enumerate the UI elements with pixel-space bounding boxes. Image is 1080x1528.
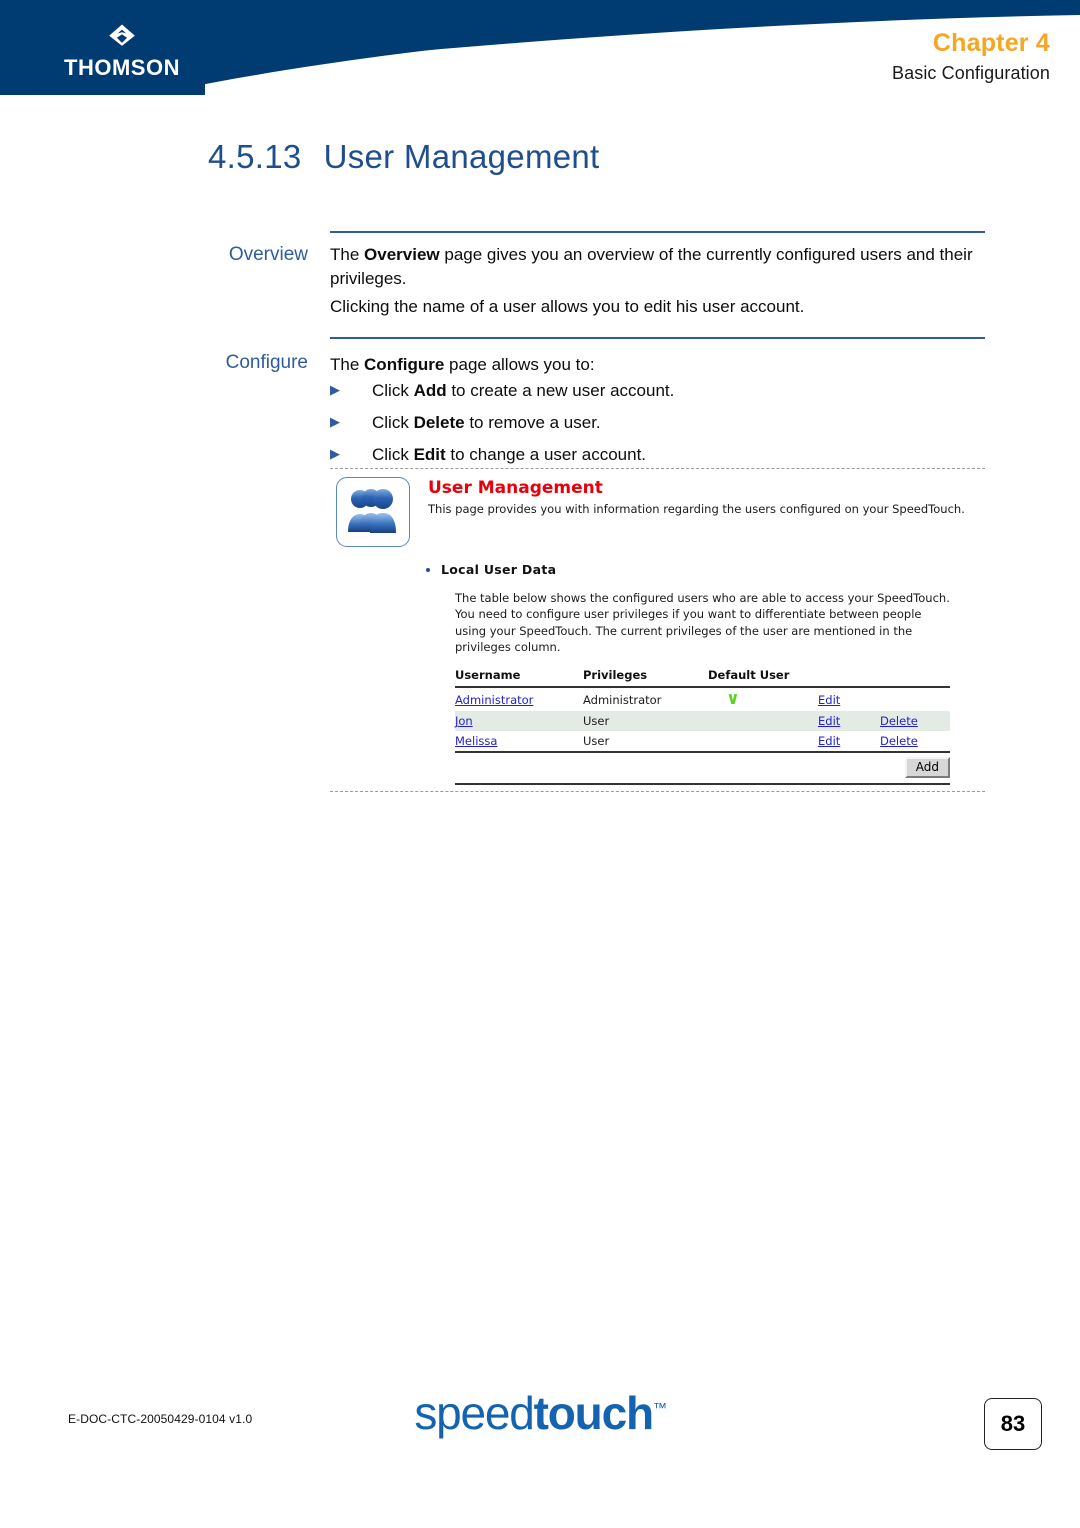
column-header-default-user: Default User (708, 667, 818, 689)
chapter-block: Chapter 4 Basic Configuration (892, 29, 1050, 84)
chapter-title: Chapter 4 (892, 29, 1050, 58)
screenshot-description: The table below shows the configured use… (455, 591, 950, 654)
bullet-2-bold: Edit (413, 444, 446, 464)
table-row: Jon User Edit Delete (455, 711, 950, 732)
bullet-0-post: to create a new user account. (446, 381, 675, 400)
overview-label: Overview (228, 244, 308, 265)
local-user-data-heading: Local User Data (426, 562, 985, 577)
delete-link[interactable]: Delete (880, 734, 918, 748)
list-item-text: Click Delete to remove a user. (372, 412, 601, 435)
cell-username: Administrator (455, 687, 583, 711)
configure-intro: The Configure page allows you to: (330, 353, 990, 377)
bullet-1-post: to remove a user. (464, 412, 601, 432)
bullet-2-pre: Click (372, 444, 414, 464)
table-row: Melissa User Edit Delete (455, 731, 950, 754)
list-item: ▶ Click Add to create a new user account… (330, 380, 990, 403)
table-header-row: Username Privileges Default User (455, 667, 950, 689)
cell-privileges: Administrator (583, 692, 662, 707)
cell-default-user (708, 731, 818, 754)
delete-link[interactable]: Delete (880, 714, 918, 728)
column-header-username: Username (455, 667, 583, 689)
local-user-data-label: Local User Data (441, 562, 557, 577)
cell-delete: Delete (880, 711, 950, 732)
configure-intro-post: page allows you to: (444, 355, 595, 374)
chapter-number: 4 (1035, 29, 1050, 57)
speedtouch-wordmark: speedtouch™ (414, 1387, 667, 1439)
triangle-bullet-icon: ▶ (330, 445, 340, 461)
page-header: THOMSON Chapter 4 Basic Configuration (0, 0, 1080, 105)
chapter-label: Chapter (932, 29, 1029, 57)
username-link[interactable]: Jon (455, 714, 473, 728)
add-button[interactable]: Add (904, 757, 950, 779)
users-group-icon (336, 477, 410, 547)
section-title: User Management (323, 138, 600, 175)
bullet-1-pre: Click (372, 412, 414, 432)
bullet-0-pre: Click (372, 381, 414, 400)
screenshot-title-block: User Management This page provides you w… (428, 477, 965, 516)
trademark-icon: ™ (652, 1399, 667, 1416)
logo-touch: touch (533, 1387, 654, 1439)
cell-edit: Edit (818, 687, 880, 711)
configure-bullet-list: ▶ Click Add to create a new user account… (330, 380, 990, 476)
user-table: Username Privileges Default User Adminis… (455, 667, 950, 754)
thomson-logo: THOMSON (52, 22, 192, 79)
screenshot-header: User Management This page provides you w… (330, 477, 985, 547)
username-link[interactable]: Administrator (455, 693, 533, 707)
cell-edit: Edit (818, 711, 880, 732)
cell-privileges: User (583, 711, 708, 732)
overview-p1-bold: Overview (364, 245, 440, 264)
speedtouch-logo: speedtouch™ (0, 1390, 1080, 1436)
configure-intro-bold: Configure (364, 355, 445, 374)
table-row: Administrator Administrator ∨ Edit (455, 687, 950, 711)
column-header-privileges: Privileges (583, 667, 708, 689)
screenshot-title: User Management (428, 478, 603, 498)
edit-link[interactable]: Edit (818, 693, 840, 707)
configure-intro-pre: The (330, 355, 365, 374)
users-group-glyph (348, 489, 396, 533)
bullet-2-post: to change a user account. (445, 444, 647, 464)
cell-default-user: ∨ (708, 687, 818, 711)
section-number: 4.5.13 (208, 138, 302, 175)
list-item-text: Click Add to create a new user account. (372, 380, 674, 403)
cell-default-user (708, 711, 818, 732)
thomson-wordmark: THOMSON (64, 55, 180, 80)
list-item: ▶ Click Edit to change a user account. (330, 444, 990, 467)
overview-divider (330, 231, 985, 233)
screenshot-lead-text: This page provides you with information … (428, 501, 965, 516)
chapter-subtitle: Basic Configuration (892, 62, 1050, 83)
cell-delete: Delete (880, 731, 950, 754)
configure-divider (330, 337, 985, 339)
list-item-text: Click Edit to change a user account. (372, 444, 646, 467)
overview-paragraph-1: The Overview page gives you an overview … (330, 243, 990, 291)
logo-speed: speed (414, 1387, 535, 1439)
check-icon: ∨ (726, 689, 740, 710)
embedded-screenshot: User Management This page provides you w… (330, 468, 985, 793)
cell-delete (880, 687, 950, 711)
page-number: 83 (984, 1398, 1042, 1450)
edit-link[interactable]: Edit (818, 714, 840, 728)
column-header-edit (818, 667, 880, 689)
bullet-0-bold: Add (413, 381, 447, 400)
edit-link[interactable]: Edit (818, 734, 840, 748)
page-title: 4.5.13 User Management (208, 138, 600, 176)
cell-username: Jon (455, 711, 583, 732)
username-link[interactable]: Melissa (455, 734, 497, 748)
configure-label: Configure (225, 352, 308, 373)
triangle-bullet-icon: ▶ (330, 382, 340, 397)
column-header-delete (880, 667, 950, 689)
thomson-diamond-icon (109, 24, 135, 46)
table-footer-row: Add (455, 753, 950, 786)
overview-paragraph-2: Clicking the name of a user allows you t… (330, 297, 805, 316)
overview-p1-pre: The (330, 245, 365, 264)
bullet-1-bold: Delete (413, 412, 465, 432)
cell-username: Melissa (455, 731, 583, 754)
triangle-bullet-icon: ▶ (330, 413, 340, 429)
list-item: ▶ Click Delete to remove a user. (330, 412, 990, 435)
cell-privileges: User (583, 731, 708, 754)
cell-edit: Edit (818, 731, 880, 754)
bullet-dot-icon (426, 567, 430, 572)
